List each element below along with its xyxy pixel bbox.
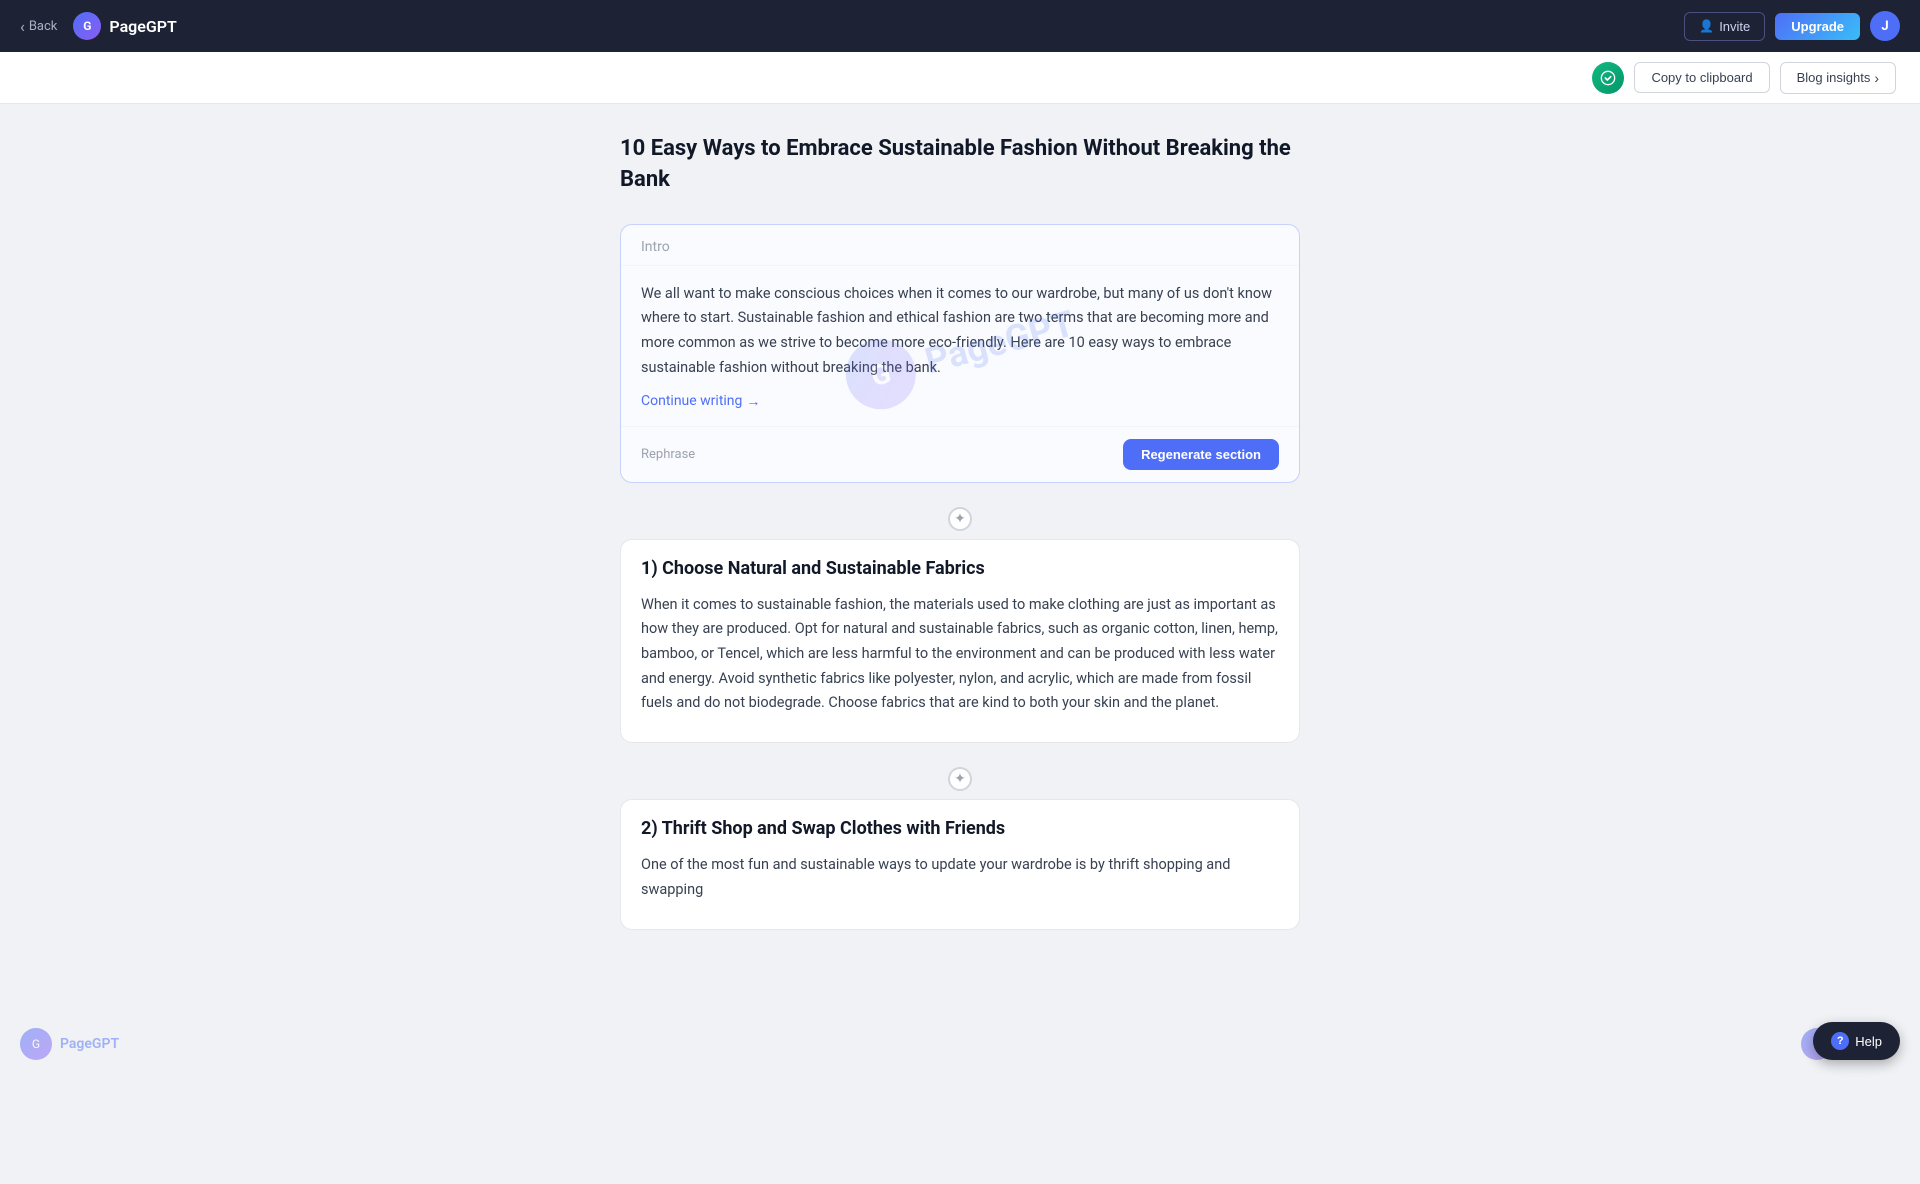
- logo-icon: G: [73, 12, 101, 40]
- blog-insights-button[interactable]: Blog insights: [1780, 62, 1896, 94]
- toolbar: Copy to clipboard Blog insights: [0, 52, 1920, 104]
- copy-clipboard-button[interactable]: Copy to clipboard: [1634, 62, 1769, 93]
- avatar[interactable]: J: [1870, 11, 1900, 41]
- intro-text: We all want to make conscious choices wh…: [641, 282, 1279, 381]
- regenerate-button[interactable]: Regenerate section: [1123, 439, 1279, 470]
- intro-label: Intro: [621, 225, 1299, 266]
- bottom-watermark-left: G PageGPT: [20, 1028, 119, 1060]
- logo-text: PageGPT: [109, 17, 177, 36]
- nav-right: Invite Upgrade J: [1684, 11, 1900, 41]
- intro-section: Intro We all want to make conscious choi…: [620, 224, 1300, 483]
- main-content: 10 Easy Ways to Embrace Sustainable Fash…: [0, 104, 1920, 1080]
- help-button[interactable]: ? Help: [1813, 1022, 1900, 1060]
- connector-2: ✦: [620, 759, 1300, 799]
- back-button[interactable]: Back: [20, 17, 57, 36]
- article-title: 10 Easy Ways to Embrace Sustainable Fash…: [620, 134, 1300, 196]
- status-icon: [1592, 62, 1624, 94]
- bottom-watermark-icon: G: [20, 1028, 52, 1060]
- add-section-button[interactable]: ✦: [948, 507, 972, 531]
- section-1-card: 1) Choose Natural and Sustainable Fabric…: [620, 539, 1300, 743]
- section-1-body: 1) Choose Natural and Sustainable Fabric…: [621, 540, 1299, 742]
- navbar: Back G PageGPT Invite Upgrade J: [0, 0, 1920, 52]
- connector-1: ✦: [620, 499, 1300, 539]
- section-2-card: 2) Thrift Shop and Swap Clothes with Fri…: [620, 799, 1300, 929]
- section-1-heading: 1) Choose Natural and Sustainable Fabric…: [641, 556, 1279, 581]
- help-icon: ?: [1831, 1032, 1849, 1050]
- intro-footer: Rephrase Regenerate section: [621, 426, 1299, 482]
- bottom-watermark-text: PageGPT: [60, 1036, 119, 1052]
- logo: G PageGPT: [73, 12, 177, 40]
- section-1-text: When it comes to sustainable fashion, th…: [641, 593, 1279, 716]
- help-label: Help: [1855, 1034, 1882, 1049]
- rephrase-label: Rephrase: [641, 447, 695, 462]
- add-section-button-2[interactable]: ✦: [948, 767, 972, 791]
- upgrade-button[interactable]: Upgrade: [1775, 13, 1860, 40]
- section-2-text: One of the most fun and sustainable ways…: [641, 853, 1279, 902]
- section-2-body: 2) Thrift Shop and Swap Clothes with Fri…: [621, 800, 1299, 928]
- article-container: 10 Easy Ways to Embrace Sustainable Fash…: [620, 134, 1300, 946]
- invite-button[interactable]: Invite: [1684, 12, 1765, 41]
- intro-body: We all want to make conscious choices wh…: [621, 266, 1299, 426]
- section-2-heading: 2) Thrift Shop and Swap Clothes with Fri…: [641, 816, 1279, 841]
- continue-writing-link[interactable]: Continue writing: [641, 393, 760, 410]
